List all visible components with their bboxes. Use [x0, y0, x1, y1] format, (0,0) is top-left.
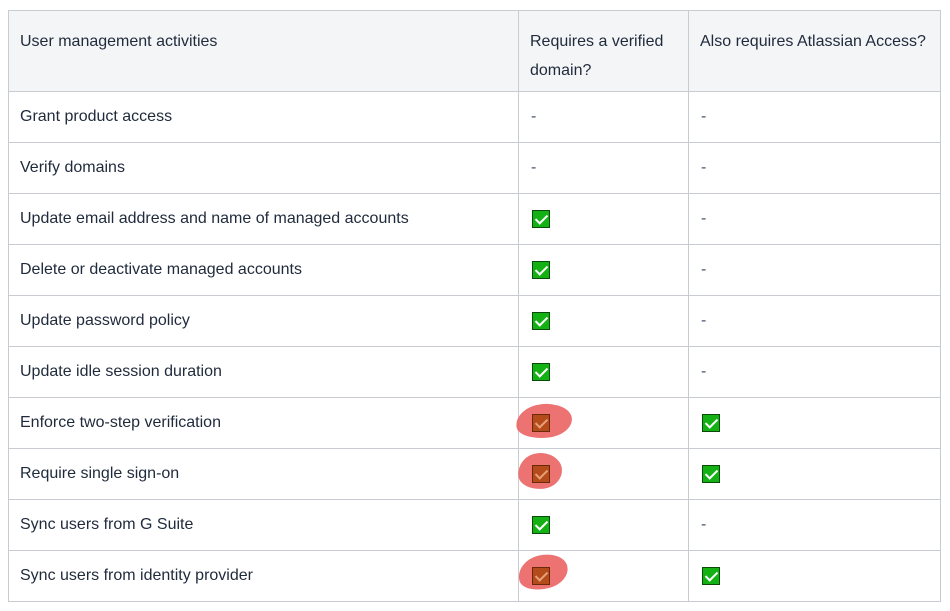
checkmark-icon — [702, 566, 720, 585]
access-cell — [688, 397, 941, 449]
header-activities: User management activities — [8, 10, 519, 92]
verified-cell — [518, 193, 689, 245]
verified-cell: - — [518, 91, 689, 143]
access-cell — [688, 448, 941, 500]
table-row: Verify domains - - — [8, 142, 941, 194]
header-requires-atlassian-access: Also requires Atlassian Access? — [688, 10, 941, 92]
verified-cell — [514, 549, 689, 602]
table-row: Grant product access - - — [8, 91, 941, 143]
access-cell: - — [688, 499, 941, 551]
activity-cell: Delete or deactivate managed accounts — [8, 244, 519, 296]
verified-cell — [518, 295, 689, 347]
dash-value: - — [701, 516, 707, 533]
page: User management activities Requires a ve… — [0, 0, 950, 611]
access-cell: - — [688, 346, 941, 398]
verified-cell — [518, 346, 689, 398]
table-row: Delete or deactivate managed accounts - — [8, 244, 941, 296]
verified-cell: - — [518, 142, 689, 194]
dash-value: - — [701, 210, 707, 227]
checkmark-icon — [532, 413, 550, 432]
highlighted-check — [514, 549, 572, 595]
checkmark-icon — [532, 362, 550, 381]
access-cell: - — [688, 142, 941, 194]
verified-cell — [516, 448, 689, 500]
checkmark-icon — [532, 566, 550, 585]
dash-value: - — [531, 108, 537, 125]
highlighted-check — [514, 401, 574, 441]
verified-cell — [518, 499, 689, 551]
checkmark-icon — [532, 515, 550, 534]
activity-cell: Enforce two-step verification — [8, 397, 519, 449]
verified-cell — [514, 397, 689, 449]
activity-cell: Sync users from identity provider — [8, 550, 519, 602]
checkmark-icon — [702, 464, 720, 483]
table-header-row: User management activities Requires a ve… — [8, 10, 941, 92]
header-requires-verified-domain: Requires a verified domain? — [518, 10, 689, 92]
access-cell: - — [688, 193, 941, 245]
checkmark-icon — [532, 311, 550, 330]
dash-value: - — [701, 312, 707, 329]
access-cell: - — [688, 295, 941, 347]
activity-cell: Update email address and name of managed… — [8, 193, 519, 245]
verified-cell — [518, 244, 689, 296]
checkmark-icon — [702, 413, 720, 432]
checkmark-icon — [532, 260, 550, 279]
user-management-table: User management activities Requires a ve… — [8, 10, 941, 602]
table-row: Require single sign-on — [8, 448, 941, 500]
highlighted-check — [516, 450, 564, 492]
table-row: Sync users from G Suite - — [8, 499, 941, 551]
table-row: Update email address and name of managed… — [8, 193, 941, 245]
dash-value: - — [701, 108, 707, 125]
access-cell: - — [688, 91, 941, 143]
activity-cell: Sync users from G Suite — [8, 499, 519, 551]
table-row: Enforce two-step verification — [8, 397, 941, 449]
table-row: Sync users from identity provider — [8, 549, 941, 602]
dash-value: - — [531, 159, 537, 176]
activity-cell: Verify domains — [8, 142, 519, 194]
table-row: Update password policy - — [8, 295, 941, 347]
activity-cell: Update idle session duration — [8, 346, 519, 398]
checkmark-icon — [532, 464, 550, 483]
activity-cell: Grant product access — [8, 91, 519, 143]
dash-value: - — [701, 159, 707, 176]
dash-value: - — [701, 363, 707, 380]
access-cell — [688, 550, 941, 602]
dash-value: - — [701, 261, 707, 278]
access-cell: - — [688, 244, 941, 296]
table-row: Update idle session duration - — [8, 346, 941, 398]
checkmark-icon — [532, 209, 550, 228]
activity-cell: Require single sign-on — [8, 448, 519, 500]
activity-cell: Update password policy — [8, 295, 519, 347]
